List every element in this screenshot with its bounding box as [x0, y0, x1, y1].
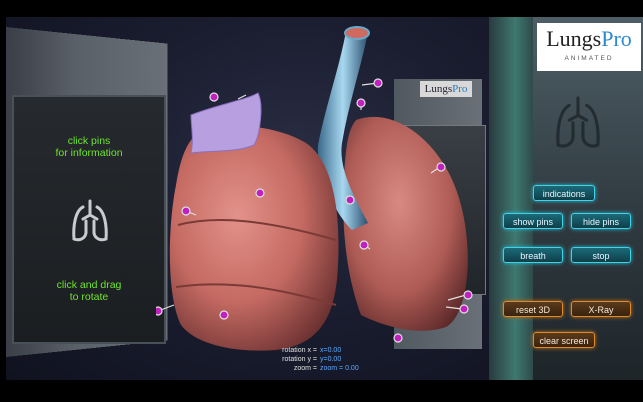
- stop-button[interactable]: stop: [571, 247, 631, 263]
- rotation-y-value: y=0.00: [320, 356, 342, 363]
- info-pin[interactable]: [345, 195, 355, 205]
- info-pin[interactable]: [356, 98, 366, 108]
- info-pin[interactable]: [459, 304, 469, 314]
- lungs-outline-icon: [72, 199, 108, 242]
- hint-drag-rotate-line2: to rotate: [69, 291, 109, 303]
- reset-3d-button[interactable]: reset 3D: [503, 301, 563, 317]
- info-pin[interactable]: [181, 206, 191, 216]
- bottom-letterbox: [0, 380, 643, 402]
- info-pin[interactable]: [219, 310, 229, 320]
- brand-subtitle: ANIMATED: [564, 55, 614, 62]
- pleura-flap[interactable]: [190, 92, 262, 154]
- info-pin[interactable]: [255, 188, 265, 198]
- rotation-y-row: rotation y = y=0.00: [268, 355, 364, 364]
- lungs-3d-model[interactable]: [156, 25, 476, 360]
- right-lung[interactable]: [169, 126, 339, 351]
- info-pin[interactable]: [209, 92, 219, 102]
- info-pin[interactable]: [463, 290, 473, 300]
- breath-button[interactable]: breath: [503, 247, 563, 263]
- brand-logo: LungsPro ANIMATED: [537, 23, 641, 71]
- clear-screen-button[interactable]: clear screen: [533, 332, 595, 348]
- show-pins-button[interactable]: show pins: [503, 213, 563, 229]
- info-pin[interactable]: [359, 240, 369, 250]
- rotation-y-label: rotation y =: [282, 356, 317, 363]
- rotation-x-value: x=0.00: [320, 347, 342, 354]
- instruction-board: click pins for information click and dra…: [12, 95, 166, 344]
- lungs-icon: [556, 96, 600, 148]
- transform-readout: rotation x = x=0.00 rotation y = y=0.00 zo…: [268, 346, 364, 373]
- app-window: click pins for information click and dra…: [0, 0, 643, 402]
- hint-click-pins-line1: click pins: [67, 135, 111, 147]
- 3d-viewport[interactable]: click pins for information click and dra…: [6, 17, 490, 380]
- sidebar-edge-strip: [489, 17, 533, 380]
- trachea-opening: [344, 26, 370, 40]
- zoom-row: zoom = zoom = 0.00: [268, 364, 364, 373]
- rotation-x-label: rotation x =: [282, 347, 317, 354]
- zoom-value: zoom = 0.00: [320, 365, 359, 372]
- brand-title: LungsPro: [537, 27, 641, 51]
- hint-drag-rotate: click and drag to rotate: [14, 279, 164, 303]
- brand-title-lungs: Lungs: [546, 26, 602, 51]
- info-pin[interactable]: [156, 306, 163, 316]
- zoom-label: zoom =: [293, 365, 317, 372]
- info-pin[interactable]: [393, 333, 403, 343]
- info-pin[interactable]: [436, 162, 446, 172]
- hint-click-pins: click pins for information: [14, 135, 164, 159]
- hint-drag-rotate-line1: click and drag: [56, 279, 122, 291]
- brand-title-pro: Pro: [601, 26, 632, 51]
- hint-click-pins-line2: for information: [55, 147, 123, 159]
- info-pin[interactable]: [373, 78, 383, 88]
- rotation-x-row: rotation x = x=0.00: [268, 346, 364, 355]
- hide-pins-button[interactable]: hide pins: [571, 213, 631, 229]
- control-sidebar: LungsPro ANIMATED indications show pins …: [489, 17, 643, 380]
- indications-button[interactable]: indications: [533, 185, 595, 201]
- top-letterbox: [0, 0, 643, 17]
- xray-button[interactable]: X-Ray: [571, 301, 631, 317]
